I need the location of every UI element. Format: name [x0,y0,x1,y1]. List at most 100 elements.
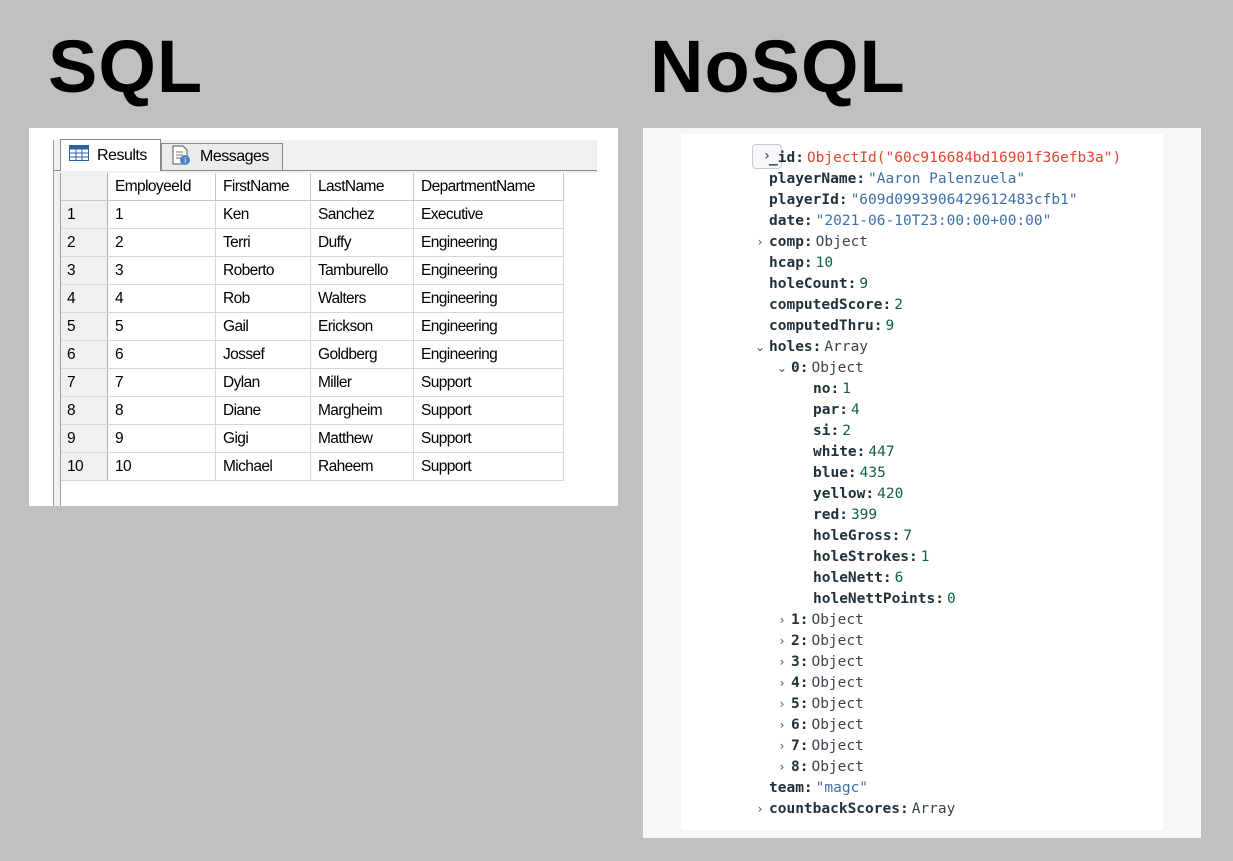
lastname-cell[interactable]: Duffy [310,228,414,257]
document-field-line[interactable]: › countbackScores: Array [758,799,956,820]
employeeid-cell[interactable]: 7 [107,368,216,397]
table-row[interactable]: 1 1 Ken Sanchez Executive [61,200,564,229]
col-header-lastname[interactable]: LastName [310,173,414,201]
table-row[interactable]: 7 7 Dylan Miller Support [61,368,564,397]
document-field-line[interactable]: › 1: Object [780,610,864,631]
field-value: 420 [877,486,904,502]
departmentname-cell[interactable]: Engineering [413,312,564,341]
expand-chevron-icon[interactable]: › [776,736,788,757]
departmentname-cell[interactable]: Support [413,368,564,397]
col-header-employeeid[interactable]: EmployeeId [107,173,216,201]
departmentname-cell[interactable]: Support [413,396,564,425]
table-row[interactable]: 2 2 Terri Duffy Engineering [61,228,564,257]
corner-cell[interactable] [61,173,108,201]
expand-chevron-icon[interactable]: › [776,631,788,652]
lastname-cell[interactable]: Goldberg [310,340,414,369]
lastname-cell[interactable]: Tamburello [310,256,414,285]
firstname-cell[interactable]: Jossef [215,340,311,369]
field-value: 2 [842,423,851,439]
row-number-cell[interactable]: 7 [61,368,108,397]
expand-chevron-icon[interactable]: › [754,232,766,253]
table-row[interactable]: 4 4 Rob Walters Engineering [61,284,564,313]
table-row[interactable]: 6 6 Jossef Goldberg Engineering [61,340,564,369]
row-number-cell[interactable]: 2 [61,228,108,257]
firstname-cell[interactable]: Rob [215,284,311,313]
expand-chevron-icon[interactable]: › [776,652,788,673]
table-row[interactable]: 9 9 Gigi Matthew Support [61,424,564,453]
collapse-chevron-icon[interactable]: ⌄ [776,358,788,379]
document-field-line[interactable]: › 8: Object [780,757,864,778]
expand-chevron-icon[interactable]: › [776,610,788,631]
employeeid-cell[interactable]: 8 [107,396,216,425]
row-number-cell[interactable]: 5 [61,312,108,341]
lastname-cell[interactable]: Raheem [310,452,414,481]
document-field-line[interactable]: ⌄ 0: Object [777,358,864,379]
lastname-cell[interactable]: Erickson [310,312,414,341]
employeeid-cell[interactable]: 5 [107,312,216,341]
field-key: _id [769,150,796,166]
expand-chevron-icon[interactable]: › [754,799,766,820]
employeeid-cell[interactable]: 1 [107,200,216,229]
lastname-cell[interactable]: Miller [310,368,414,397]
employeeid-cell[interactable]: 4 [107,284,216,313]
row-number-cell[interactable]: 9 [61,424,108,453]
departmentname-cell[interactable]: Engineering [413,284,564,313]
expand-chevron-icon[interactable]: › [776,673,788,694]
table-row[interactable]: 5 5 Gail Erickson Engineering [61,312,564,341]
row-number-cell[interactable]: 10 [61,452,108,481]
field-separator: : [838,192,848,208]
employeeid-cell[interactable]: 6 [107,340,216,369]
row-number-cell[interactable]: 4 [61,284,108,313]
firstname-cell[interactable]: Diane [215,396,311,425]
document-field-line[interactable]: ⌄ holes: Array [755,337,868,358]
tab-results[interactable]: Results [60,139,161,171]
document-field-line[interactable]: › comp: Object [758,232,868,253]
document-field-line[interactable]: › 4: Object [780,673,864,694]
collapse-chevron-icon[interactable]: ⌄ [754,337,766,358]
document-field-line[interactable]: › 7: Object [780,736,864,757]
firstname-cell[interactable]: Dylan [215,368,311,397]
lastname-cell[interactable]: Walters [310,284,414,313]
document-field-line[interactable]: › 2: Object [780,631,864,652]
employeeid-cell[interactable]: 3 [107,256,216,285]
col-header-departmentname[interactable]: DepartmentName [413,173,564,201]
firstname-cell[interactable]: Gail [215,312,311,341]
field-value: 4 [850,402,860,418]
departmentname-cell[interactable]: Support [413,424,564,453]
departmentname-cell[interactable]: Support [413,452,564,481]
expand-chevron-icon[interactable]: › [776,757,788,778]
departmentname-cell[interactable]: Executive [413,200,564,229]
tab-messages[interactable]: i Messages [161,143,283,170]
firstname-cell[interactable]: Gigi [215,424,311,453]
row-number-cell[interactable]: 8 [61,396,108,425]
document-field-line[interactable]: › 6: Object [780,715,864,736]
lastname-cell[interactable]: Matthew [310,424,414,453]
table-row[interactable]: 10 10 Michael Raheem Support [61,452,564,481]
row-number-cell[interactable]: 3 [61,256,108,285]
field-value: "609d0993906429612483cfb1" [850,192,1078,208]
document-field-line[interactable]: › 5: Object [780,694,864,715]
firstname-cell[interactable]: Roberto [215,256,311,285]
departmentname-cell[interactable]: Engineering [413,340,564,369]
field-separator: : [856,171,866,187]
departmentname-cell[interactable]: Engineering [413,228,564,257]
employeeid-cell[interactable]: 2 [107,228,216,257]
employeeid-cell[interactable]: 10 [107,452,216,481]
row-number-cell[interactable]: 1 [61,200,108,229]
col-header-firstname[interactable]: FirstName [215,173,311,201]
lastname-cell[interactable]: Sanchez [310,200,414,229]
firstname-cell[interactable]: Terri [215,228,311,257]
departmentname-cell[interactable]: Engineering [413,256,564,285]
table-row[interactable]: 3 3 Roberto Tamburello Engineering [61,256,564,285]
table-row[interactable]: 8 8 Diane Margheim Support [61,396,564,425]
row-number-cell[interactable]: 6 [61,340,108,369]
expand-chevron-icon[interactable]: › [776,694,788,715]
firstname-cell[interactable]: Ken [215,200,311,229]
field-separator: : [865,486,875,502]
lastname-cell[interactable]: Margheim [310,396,414,425]
document-field-line[interactable]: › 3: Object [780,652,864,673]
field-separator: : [799,696,809,712]
expand-chevron-icon[interactable]: › [776,715,788,736]
firstname-cell[interactable]: Michael [215,452,311,481]
employeeid-cell[interactable]: 9 [107,424,216,453]
